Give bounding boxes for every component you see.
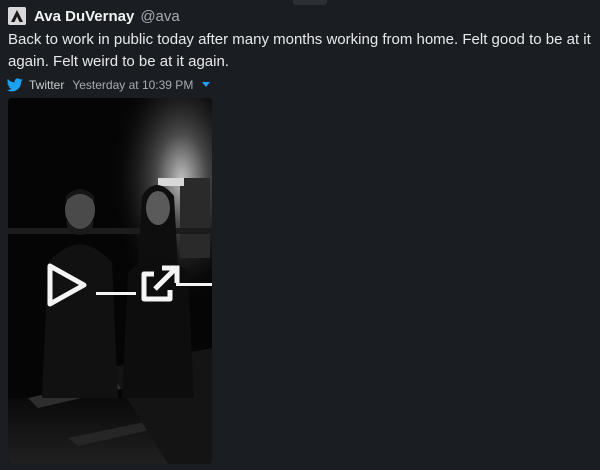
video-divider-line-right bbox=[176, 283, 212, 286]
caret-down-icon[interactable] bbox=[202, 82, 211, 88]
play-icon[interactable] bbox=[46, 263, 88, 307]
tweet-meta: Twitter Yesterday at 10:39 PM bbox=[7, 76, 211, 94]
message-frame: Ava DuVernay @ava Back to work in public… bbox=[0, 0, 600, 470]
tweet-text: Back to work in public today after many … bbox=[8, 31, 591, 70]
tweet-source[interactable]: Twitter bbox=[29, 78, 64, 92]
author-name[interactable]: Ava DuVernay bbox=[34, 8, 134, 25]
tweet-timestamp[interactable]: Yesterday at 10:39 PM bbox=[72, 78, 193, 92]
video-thumbnail[interactable] bbox=[8, 98, 212, 464]
ava-logo-icon[interactable] bbox=[8, 7, 26, 25]
video-divider-line bbox=[96, 292, 136, 295]
twitter-bird-icon bbox=[7, 78, 23, 92]
top-handle bbox=[293, 0, 327, 5]
author-row: Ava DuVernay @ava bbox=[8, 6, 180, 26]
author-handle[interactable]: @ava bbox=[140, 8, 179, 25]
